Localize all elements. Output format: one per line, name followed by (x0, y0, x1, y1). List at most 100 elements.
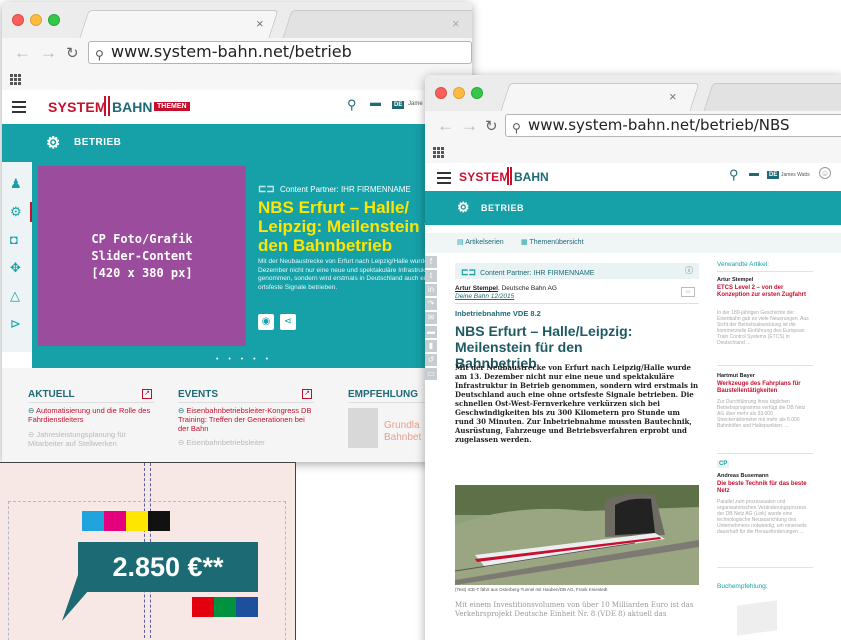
language-badge[interactable]: DE (767, 171, 780, 179)
empfehlung-title[interactable]: Grundla Bahnbet (384, 420, 424, 444)
themen-badge[interactable]: THEMEN (154, 102, 190, 111)
book-image[interactable] (737, 600, 777, 636)
apps-icon[interactable] (10, 74, 22, 85)
events-item[interactable]: ⊖ Eisenbahnbetriebsleiter-Kongress DB Tr… (178, 406, 314, 433)
search-icon[interactable]: ⚲ (347, 97, 357, 113)
themenuebersicht-link[interactable]: ▦ Themenübersicht (521, 238, 584, 246)
empfehlung-heading[interactable]: EMPFEHLUNG (348, 389, 418, 400)
person-icon[interactable]: ♟ (10, 176, 22, 192)
slider-dots[interactable]: • • • • • (216, 356, 272, 363)
apps-icon[interactable] (433, 147, 445, 158)
zoom-window-button[interactable] (48, 14, 60, 26)
printer-icon[interactable]: ▬ (370, 97, 381, 109)
forward-arrow-icon[interactable]: → (461, 116, 478, 136)
info-icon[interactable]: ⓘ (685, 265, 693, 276)
aktuell-arrow-icon[interactable]: ↗ (142, 389, 152, 399)
train-icon[interactable]: ◘ (10, 232, 18, 247)
address-bar[interactable]: ⚲ www.system-bahn.net/betrieb (88, 41, 472, 64)
author-name[interactable]: Artur Stempel (455, 285, 498, 292)
logo-bahn[interactable]: BAHN (112, 99, 152, 115)
price-pointer (62, 575, 102, 621)
cp-mini-badge: CP (717, 460, 730, 468)
cp-label: Content Partner: IHR FIRMENNAME (480, 270, 595, 277)
author-source[interactable]: Deine Bahn 12/2015 (455, 293, 514, 300)
browser-tab-active[interactable] (79, 10, 279, 38)
window-controls (12, 14, 60, 26)
linkedin-icon[interactable]: in (425, 284, 437, 296)
network-icon[interactable]: ✥ (10, 260, 21, 276)
minimize-window-button[interactable] (453, 87, 465, 99)
close-window-button[interactable] (435, 87, 447, 99)
search-icon: ⚲ (512, 121, 521, 135)
forward-arrow-icon[interactable]: → (40, 43, 57, 63)
logo-bahn[interactable]: BAHN (514, 170, 549, 184)
article-image[interactable] (455, 485, 699, 585)
hamburger-menu-icon[interactable] (437, 172, 451, 187)
gear-icon: ⚙ (46, 135, 61, 152)
user-name[interactable]: James Watts (781, 172, 810, 178)
related-title[interactable]: Werkzeuge des Fahrplans für Baustellentä… (717, 381, 813, 395)
book-cover-image[interactable] (348, 408, 378, 448)
content-partner-label: ⊏⊐ Content Partner: IHR FIRMENNAME (258, 184, 411, 195)
mail-icon[interactable]: ✉ (425, 312, 437, 324)
divider (717, 453, 813, 454)
back-arrow-icon[interactable]: ← (14, 43, 31, 63)
logo-divider (108, 96, 110, 116)
zoom-window-button[interactable] (471, 87, 483, 99)
history-icon[interactable]: ↺ (425, 354, 437, 366)
aktuell-item-text: Jahresleistungsplanung für Mitarbeiter a… (28, 430, 127, 448)
reload-icon[interactable]: ↻ (485, 117, 498, 135)
hamburger-menu-icon[interactable] (12, 101, 26, 116)
author-line: Artur Stempel, Deutsche Bahn AG Deine Ba… (455, 285, 557, 301)
aktuell-item[interactable]: ⊖ Jahresleistungsplanung für Mitarbeiter… (28, 430, 154, 448)
warning-icon[interactable]: △ (10, 288, 20, 304)
events-heading[interactable]: EVENTS (178, 389, 218, 400)
bookmark-icon[interactable]: ▮ (425, 340, 437, 352)
share-icon[interactable]: ⋖ (280, 314, 296, 330)
eye-icon[interactable]: ◉ (258, 314, 274, 330)
events-item-text: Eisenbahnbetriebsleiter-Kongress DB Trai… (178, 406, 312, 433)
red-swatch (192, 597, 214, 617)
logo-system[interactable]: SYSTEM (459, 170, 510, 184)
browser-tab-new[interactable] (703, 83, 841, 111)
aktuell-item[interactable]: ⊖ Automatisierung und die Rolle des Fahr… (28, 406, 154, 424)
tab-close-icon[interactable]: × (669, 89, 677, 104)
address-row: ← → ↻ ⚲ www.system-bahn.net/betrieb (2, 38, 472, 68)
print-icon[interactable]: ▬ (425, 326, 437, 338)
artikelserien-link[interactable]: ▤ Artikelserien (457, 238, 504, 246)
reload-icon[interactable]: ↻ (66, 44, 79, 62)
browser-tab-new[interactable] (282, 10, 472, 38)
document-icon[interactable]: ▭ (425, 368, 437, 380)
tab-close-icon[interactable]: × (452, 16, 460, 31)
forward-icon[interactable]: ↷ (425, 298, 437, 310)
user-name[interactable]: Jame (408, 101, 423, 107)
related-heading: Verwandte Artikel: (717, 261, 770, 268)
printer-icon[interactable]: ▬ (749, 168, 759, 179)
related-title[interactable]: Die beste Technik für das beste Netz (717, 481, 813, 495)
related-title[interactable]: ETCS Level 2 – von der Konzeption zur er… (717, 285, 813, 299)
divider (717, 271, 813, 272)
content-partner-box: ⊏⊐ Content Partner: IHR FIRMENNAME ⓘ (455, 263, 699, 279)
signal-icon[interactable]: ⊳ (10, 316, 21, 332)
address-row: ← → ↻ ⚲ www.system-bahn.net/betrieb/NBS (425, 111, 841, 141)
language-badge[interactable]: DE (392, 101, 405, 109)
twitter-icon[interactable]: t (425, 270, 437, 282)
browser-window-front: × ← → ↻ ⚲ www.system-bahn.net/betrieb/NB… (425, 75, 841, 640)
aktuell-heading[interactable]: AKTUELL (28, 389, 75, 400)
related-author: Hartmut Bayer (717, 373, 755, 379)
search-icon[interactable]: ⚲ (729, 167, 739, 183)
address-bar[interactable]: ⚲ www.system-bahn.net/betrieb/NBS (505, 114, 841, 137)
avatar[interactable]: ☺ (819, 167, 831, 179)
events-arrow-icon[interactable]: ↗ (302, 389, 312, 399)
events-item[interactable]: ⊖ Eisenbahnbetriebsleiter (178, 438, 314, 447)
back-arrow-icon[interactable]: ← (437, 116, 454, 136)
logo-system[interactable]: SYSTEM (48, 99, 107, 115)
comment-icon[interactable]: ▭ (681, 287, 695, 297)
cyan-swatch (82, 511, 104, 531)
minimize-window-button[interactable] (30, 14, 42, 26)
gear-icon[interactable]: ⚙ (10, 204, 22, 220)
tab-close-icon[interactable]: × (256, 16, 264, 31)
green-swatch (214, 597, 236, 617)
close-window-button[interactable] (12, 14, 24, 26)
facebook-icon[interactable]: f (425, 256, 437, 268)
